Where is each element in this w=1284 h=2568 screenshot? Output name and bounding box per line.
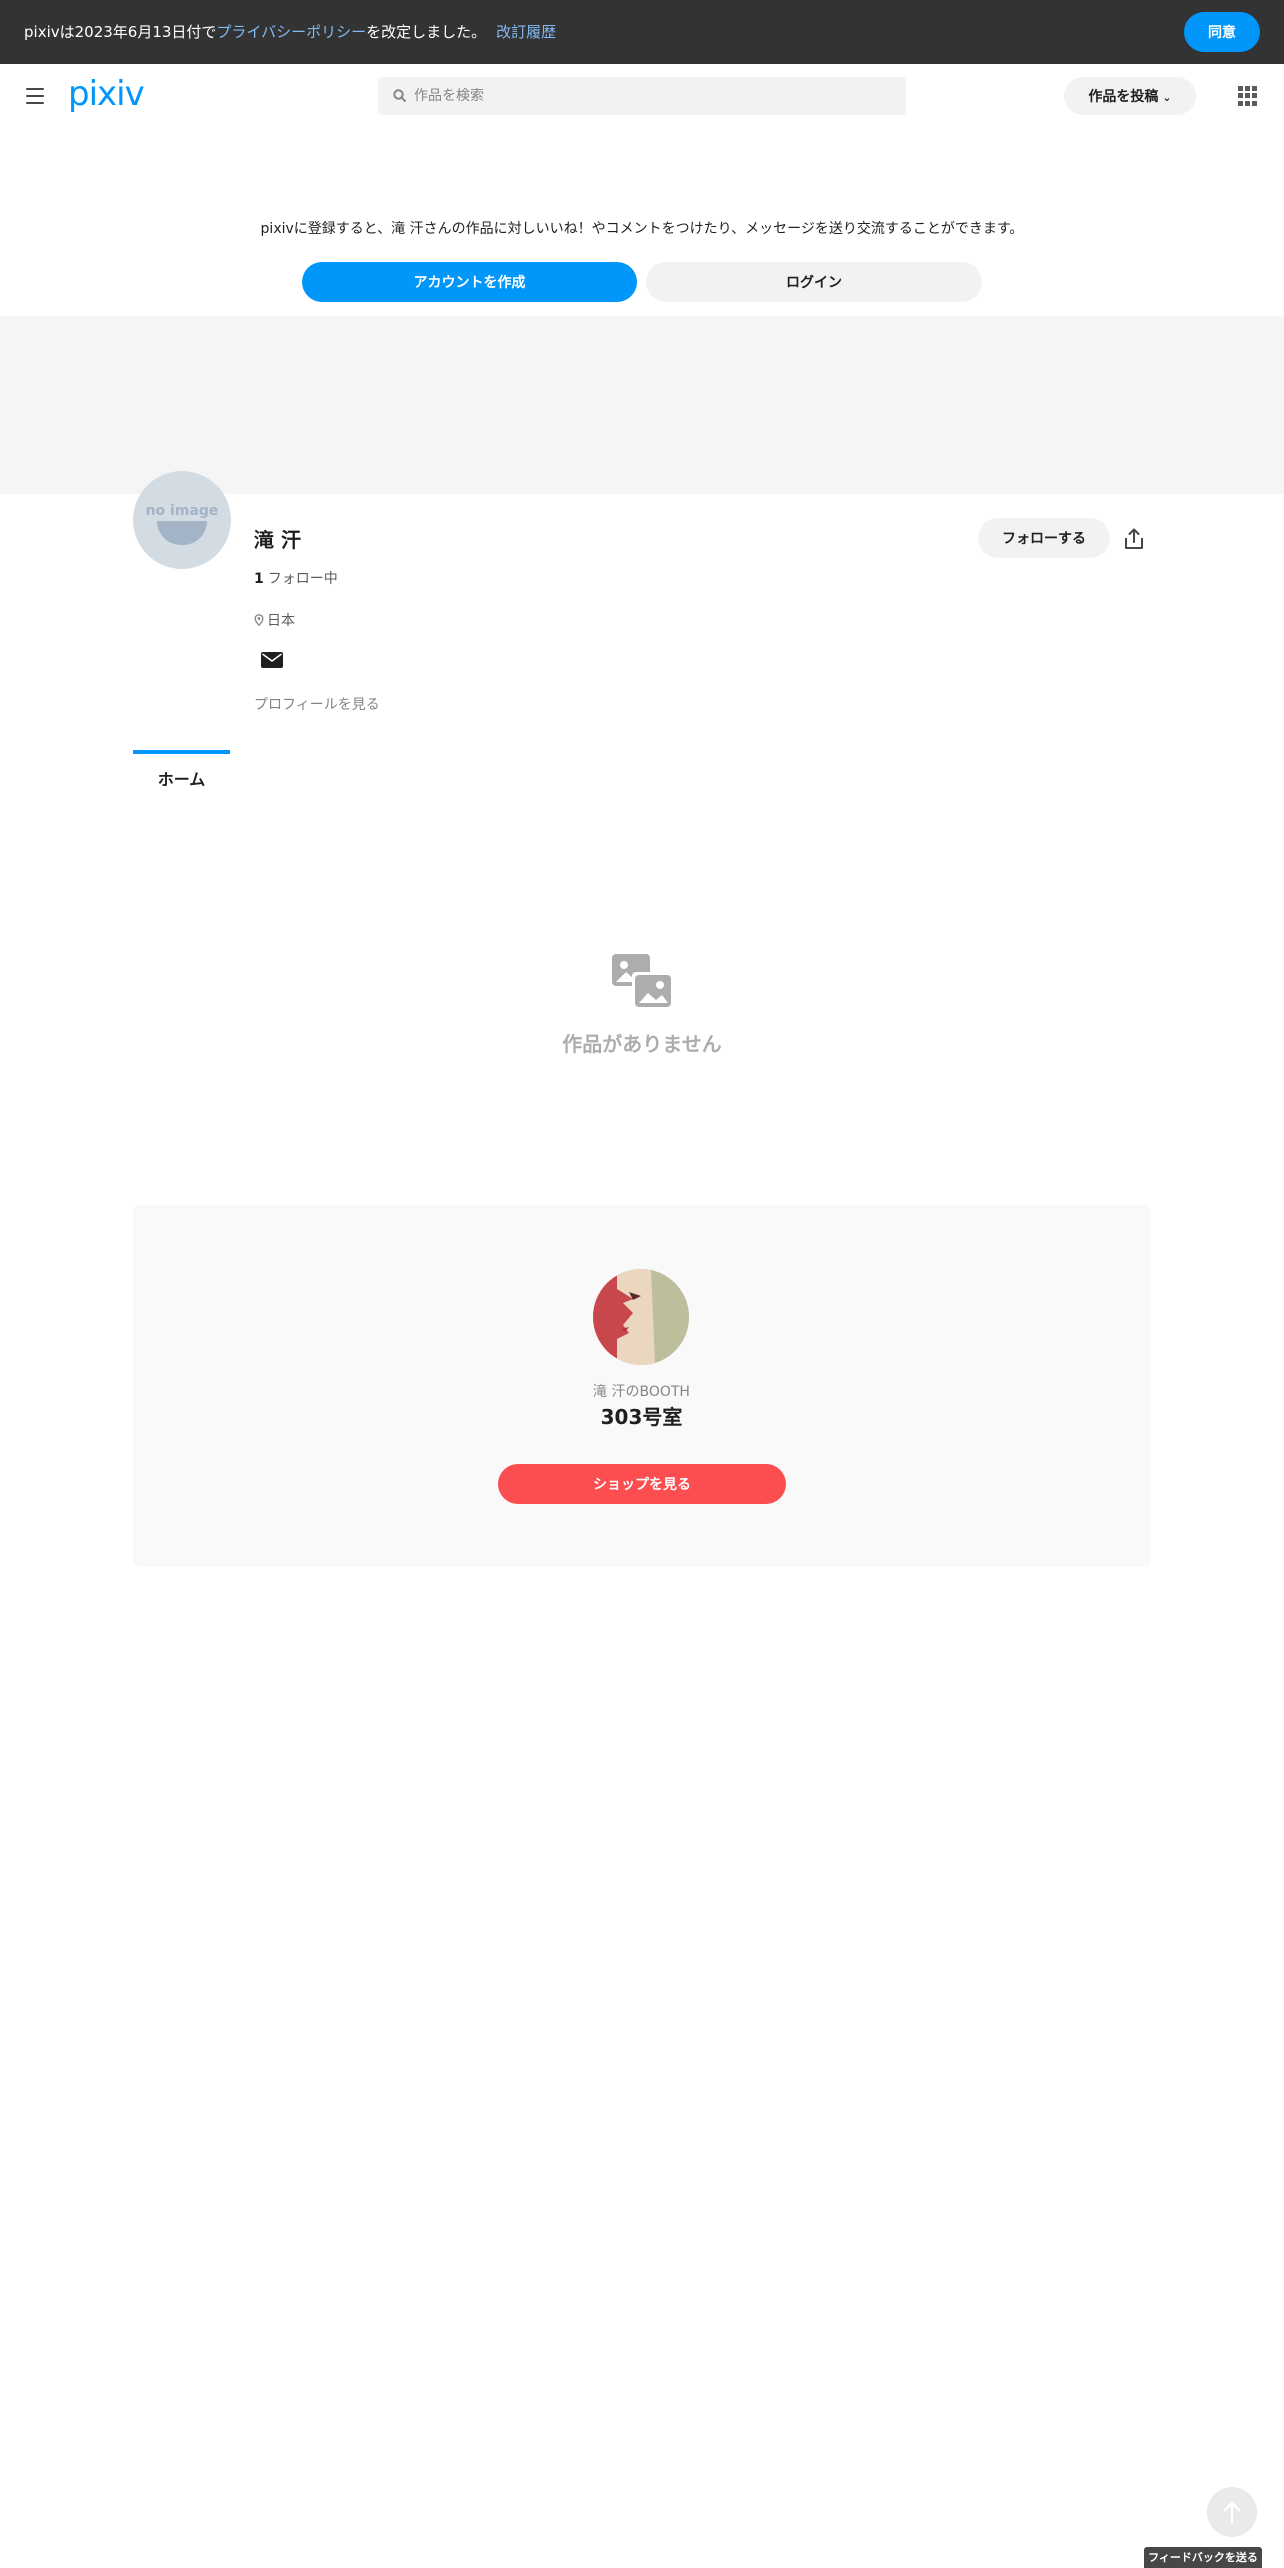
revision-history-link[interactable]: 改訂履歴 bbox=[496, 23, 556, 41]
booth-owner-label: 滝 汗のBOOTH bbox=[593, 1384, 690, 1400]
search-input[interactable] bbox=[414, 77, 894, 115]
avatar-placeholder-shape bbox=[157, 521, 207, 545]
feedback-button[interactable]: フィードバックを送る bbox=[1144, 2547, 1262, 2568]
following-count[interactable]: 1 フォロー中 bbox=[254, 568, 338, 588]
no-works-message: 作品がありません bbox=[562, 1032, 722, 1056]
post-work-label: 作品を投稿 bbox=[1088, 89, 1159, 105]
privacy-policy-link[interactable]: プライバシーポリシー bbox=[216, 23, 366, 41]
profile-cover bbox=[0, 316, 1284, 494]
user-location: 日本 bbox=[254, 610, 295, 630]
search-icon bbox=[393, 89, 406, 102]
view-profile-link[interactable]: プロフィールを見る bbox=[254, 694, 380, 714]
booth-shop-name[interactable]: 303号室 bbox=[133, 1401, 1150, 1430]
following-number: 1 bbox=[254, 571, 264, 587]
menu-icon[interactable] bbox=[26, 88, 44, 104]
avatar-placeholder-text: no image bbox=[145, 503, 219, 519]
banner-message: pixivは2023年6月13日付でプライバシーポリシーを改定しました。 改訂履歴 bbox=[24, 22, 556, 42]
search-box[interactable] bbox=[378, 77, 906, 115]
post-work-button[interactable]: 作品を投稿 ⌄ bbox=[1064, 77, 1196, 115]
register-prompt: pixivに登録すると、滝 汗さんの作品に対しいいね！やコメントをつけたり、メッ… bbox=[260, 221, 1024, 237]
following-label: フォロー中 bbox=[267, 571, 338, 587]
pin-icon bbox=[254, 614, 264, 626]
scroll-to-top-button[interactable] bbox=[1207, 2487, 1257, 2537]
avatar: no image bbox=[133, 471, 231, 569]
login-button[interactable]: ログイン bbox=[646, 262, 982, 302]
tab-home[interactable]: ホーム bbox=[133, 750, 230, 794]
images-icon bbox=[612, 954, 672, 1008]
pixiv-logo[interactable]: pixiv bbox=[68, 74, 145, 114]
banner-text-after: を改定しました。 bbox=[366, 23, 487, 41]
location-label: 日本 bbox=[267, 613, 295, 629]
user-name: 滝 汗 bbox=[254, 528, 301, 552]
follow-button[interactable]: フォローする bbox=[978, 518, 1110, 558]
create-account-button[interactable]: アカウントを作成 bbox=[302, 262, 637, 302]
mail-icon[interactable] bbox=[261, 652, 283, 668]
view-shop-button[interactable]: ショップを見る bbox=[498, 1464, 786, 1504]
share-icon[interactable] bbox=[1124, 528, 1144, 550]
agree-button[interactable]: 同意 bbox=[1184, 12, 1260, 52]
apps-grid-icon[interactable] bbox=[1238, 86, 1258, 106]
banner-text-before: pixivは2023年6月13日付で bbox=[24, 23, 217, 41]
privacy-banner: pixivは2023年6月13日付でプライバシーポリシーを改定しました。 改訂履歴… bbox=[0, 0, 1284, 64]
booth-card: 滝 汗のBOOTH 303号室 ショップを見る bbox=[133, 1205, 1150, 1567]
site-header: pixiv 作品を投稿⌄ bbox=[0, 64, 1284, 128]
arrow-up-icon bbox=[1223, 2501, 1241, 2524]
booth-shop-icon[interactable] bbox=[593, 1269, 689, 1365]
chevron-down-icon: ⌄ bbox=[1162, 91, 1172, 104]
